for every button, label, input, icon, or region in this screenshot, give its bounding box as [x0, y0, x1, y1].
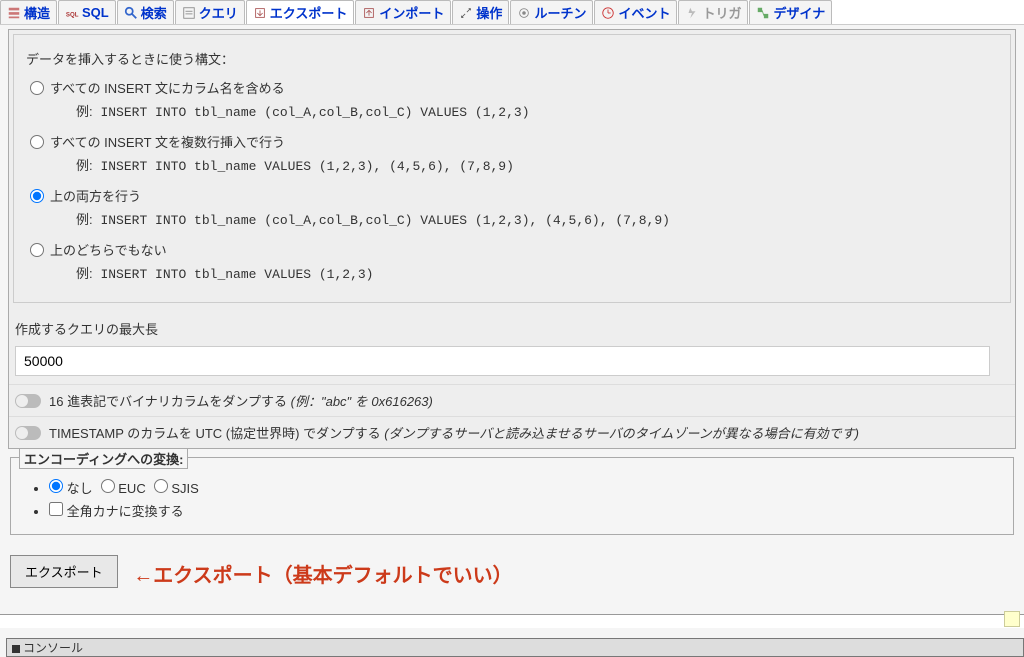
encoding-legend: エンコーディングへの変換:	[19, 448, 188, 469]
operations-icon	[459, 6, 473, 20]
tab-label: ルーチン	[534, 3, 586, 22]
console-icon	[11, 643, 21, 653]
syntax-example-0: 例: INSERT INTO tbl_name (col_A,col_B,col…	[22, 99, 1002, 130]
syntax-label: すべての INSERT 文を複数行挿入で行う	[50, 132, 285, 151]
tab-label: SQL	[82, 5, 109, 20]
syntax-option-2[interactable]: 上の両方を行う	[22, 184, 1002, 207]
encoding-euc[interactable]: EUC	[101, 479, 146, 496]
tab-sql[interactable]: SQL SQL	[58, 0, 116, 24]
utc-toggle[interactable]	[15, 426, 41, 440]
export-button[interactable]: エクスポート	[10, 555, 118, 588]
maxlen-input[interactable]	[15, 346, 990, 376]
note-icon[interactable]	[1004, 611, 1020, 627]
tab-operations[interactable]: 操作	[452, 0, 509, 24]
syntax-example-2: 例: INSERT INTO tbl_name (col_A,col_B,col…	[22, 207, 1002, 238]
encoding-kana-checkbox[interactable]	[49, 502, 63, 516]
svg-text:SQL: SQL	[66, 11, 79, 18]
syntax-panel: データを挿入するときに使う構文： すべての INSERT 文にカラム名を含める …	[8, 29, 1016, 449]
annotation-text: ←エクスポート（基本デフォルトでいい）	[133, 559, 512, 588]
import-icon	[362, 6, 376, 20]
hex-toggle[interactable]	[15, 394, 41, 408]
tab-designer[interactable]: デザイナ	[749, 0, 832, 24]
syntax-option-group: データを挿入するときに使う構文： すべての INSERT 文にカラム名を含める …	[13, 34, 1011, 303]
structure-icon	[7, 6, 21, 20]
query-icon	[182, 6, 196, 20]
encoding-kana[interactable]: 全角カナに変換する	[49, 504, 184, 519]
maxlen-label: 作成するクエリの最大長	[9, 307, 1015, 346]
syntax-option-0[interactable]: すべての INSERT 文にカラム名を含める	[22, 76, 1002, 99]
syntax-radio-0[interactable]	[30, 81, 44, 95]
events-icon	[601, 6, 615, 20]
tab-events[interactable]: イベント	[594, 0, 677, 24]
encoding-options: なし EUC SJIS	[49, 478, 1003, 497]
nav-tabs: 構造 SQL SQL 検索 クエリ エクスポート インポート 操作	[0, 0, 1024, 25]
syntax-option-1[interactable]: すべての INSERT 文を複数行挿入で行う	[22, 130, 1002, 153]
tab-label: クエリ	[199, 3, 238, 22]
tab-search[interactable]: 検索	[117, 0, 174, 24]
export-icon	[253, 6, 267, 20]
tab-query[interactable]: クエリ	[175, 0, 245, 24]
tab-triggers[interactable]: トリガ	[678, 0, 748, 24]
tab-label: 操作	[476, 3, 502, 22]
triggers-icon	[685, 6, 699, 20]
syntax-example-3: 例: INSERT INTO tbl_name VALUES (1,2,3)	[22, 261, 1002, 292]
tab-label: 検索	[141, 3, 167, 22]
bottom-bar	[0, 614, 1024, 628]
designer-icon	[756, 6, 770, 20]
sql-icon: SQL	[65, 6, 79, 20]
tab-import[interactable]: インポート	[355, 0, 451, 24]
tab-label: インポート	[379, 3, 444, 22]
routines-icon	[517, 6, 531, 20]
tab-label: デザイナ	[773, 3, 825, 22]
syntax-label: 上のどちらでもない	[50, 240, 167, 259]
encoding-radio-sjis[interactable]	[154, 479, 168, 493]
hex-toggle-row: 16 進表記でバイナリカラムをダンプする (例："abc" を 0x616263…	[9, 384, 1015, 416]
tab-label: エクスポート	[270, 3, 348, 22]
tab-routines[interactable]: ルーチン	[510, 0, 593, 24]
syntax-label: すべての INSERT 文にカラム名を含める	[50, 78, 285, 97]
encoding-radio-none[interactable]	[49, 479, 63, 493]
tab-label: トリガ	[702, 3, 741, 22]
tab-label: 構造	[24, 3, 50, 22]
syntax-option-3[interactable]: 上のどちらでもない	[22, 238, 1002, 261]
utc-toggle-text: TIMESTAMP のカラムを UTC (協定世界時) でダンプする (ダンプす…	[49, 423, 859, 442]
hex-toggle-text: 16 進表記でバイナリカラムをダンプする (例："abc" を 0x616263…	[49, 391, 433, 410]
tab-export[interactable]: エクスポート	[246, 0, 355, 24]
syntax-radio-1[interactable]	[30, 135, 44, 149]
tab-structure[interactable]: 構造	[0, 0, 57, 24]
syntax-label: 上の両方を行う	[50, 186, 141, 205]
console-button[interactable]: コンソール	[6, 638, 1024, 657]
syntax-example-1: 例: INSERT INTO tbl_name VALUES (1,2,3), …	[22, 153, 1002, 184]
encoding-fieldset: エンコーディングへの変換: なし EUC SJIS 全角カナに変換する	[10, 457, 1014, 535]
search-icon	[124, 6, 138, 20]
encoding-sjis[interactable]: SJIS	[154, 479, 199, 496]
syntax-radio-2[interactable]	[30, 189, 44, 203]
utc-toggle-row: TIMESTAMP のカラムを UTC (協定世界時) でダンプする (ダンプす…	[9, 416, 1015, 448]
encoding-none[interactable]: なし	[49, 478, 93, 497]
syntax-radio-3[interactable]	[30, 243, 44, 257]
tab-label: イベント	[618, 3, 670, 22]
syntax-title: データを挿入するときに使う構文：	[22, 43, 1002, 76]
encoding-radio-euc[interactable]	[101, 479, 115, 493]
